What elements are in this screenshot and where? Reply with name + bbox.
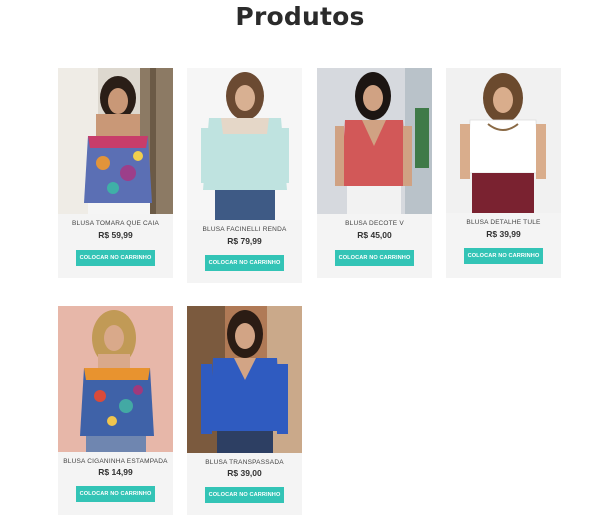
add-to-cart-button[interactable]: COLOCAR NO CARRINHO	[464, 248, 543, 264]
product-card: BLUSA DETALHE TULE R$ 39,99 COLOCAR NO C…	[446, 68, 561, 278]
product-name[interactable]: BLUSA DECOTE V	[317, 220, 432, 227]
product-name[interactable]: BLUSA DETALHE TULE	[446, 219, 561, 226]
product-image[interactable]	[187, 68, 302, 220]
product-price: R$ 45,00	[357, 230, 392, 240]
page-title: Produtos	[235, 2, 365, 31]
product-image[interactable]	[58, 306, 173, 452]
add-to-cart-button[interactable]: COLOCAR NO CARRINHO	[76, 250, 155, 266]
add-to-cart-button[interactable]: COLOCAR NO CARRINHO	[76, 486, 155, 502]
product-card: BLUSA DECOTE V R$ 45,00 COLOCAR NO CARRI…	[317, 68, 432, 278]
product-image[interactable]	[446, 68, 561, 213]
product-name[interactable]: BLUSA FACINELLI RENDA	[187, 226, 302, 233]
add-to-cart-button[interactable]: COLOCAR NO CARRINHO	[335, 250, 414, 266]
product-price: R$ 79,99	[227, 236, 262, 246]
add-to-cart-button[interactable]: COLOCAR NO CARRINHO	[205, 487, 284, 503]
product-image[interactable]	[187, 306, 302, 453]
product-card: BLUSA TRANSPASSADA R$ 39,00 COLOCAR NO C…	[187, 306, 302, 515]
product-price: R$ 39,99	[486, 229, 521, 239]
product-name[interactable]: BLUSA TOMARA QUE CAIA	[58, 220, 173, 227]
product-card: BLUSA TOMARA QUE CAIA R$ 59,99 COLOCAR N…	[58, 68, 173, 278]
product-image[interactable]	[58, 68, 173, 214]
product-image[interactable]	[317, 68, 432, 214]
product-name[interactable]: BLUSA TRANSPASSADA	[187, 459, 302, 466]
product-card: BLUSA CIGANINHA ESTAMPADA R$ 14,99 COLOC…	[58, 306, 173, 515]
product-price: R$ 59,99	[98, 230, 133, 240]
product-price: R$ 39,00	[227, 468, 262, 478]
product-price: R$ 14,99	[98, 467, 133, 477]
product-name[interactable]: BLUSA CIGANINHA ESTAMPADA	[58, 458, 173, 465]
product-card: BLUSA FACINELLI RENDA R$ 79,99 COLOCAR N…	[187, 68, 302, 283]
add-to-cart-button[interactable]: COLOCAR NO CARRINHO	[205, 255, 284, 271]
